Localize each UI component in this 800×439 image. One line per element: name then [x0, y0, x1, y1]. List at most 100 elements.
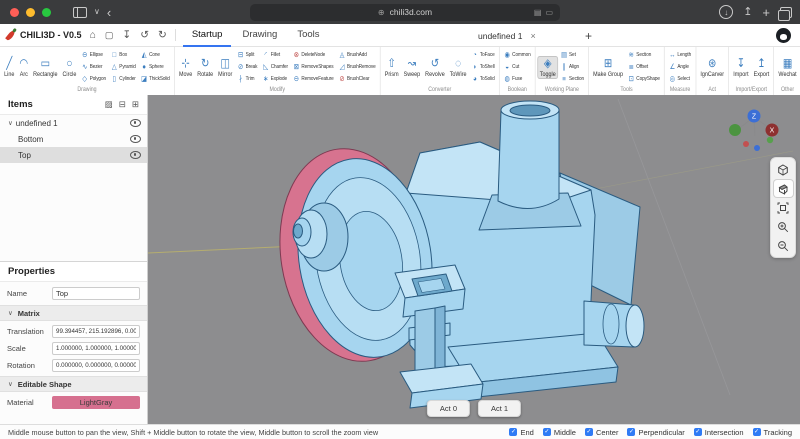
ribbon-button-polygon[interactable]: ◇Polygon: [81, 74, 107, 85]
ribbon-button-prism[interactable]: ⇧Prism: [382, 56, 401, 79]
button-act-0[interactable]: Act 0: [427, 400, 470, 417]
ribbon-button-ellipse[interactable]: ⊖Ellipse: [81, 50, 107, 61]
checkbox-end[interactable]: ✓: [509, 428, 517, 436]
name-input[interactable]: [52, 287, 140, 300]
gizmo-neg-x[interactable]: [743, 141, 749, 147]
new-tab-icon[interactable]: +: [762, 6, 770, 19]
snap-option-perpendicular[interactable]: ✓Perpendicular: [627, 428, 684, 437]
ribbon-button-chamfer[interactable]: ◺Chamfer: [262, 62, 289, 73]
model-outlet-cap[interactable]: [626, 305, 644, 347]
ribbon-button-removefeature[interactable]: ⊖RemoveFeature: [292, 74, 334, 85]
ribbon-button-cone[interactable]: ◭Cone: [140, 50, 171, 61]
ribbon-button-rectangle[interactable]: ▭Rectangle: [31, 56, 60, 79]
snap-option-intersection[interactable]: ✓Intersection: [694, 428, 744, 437]
ribbon-button-section[interactable]: ≋Section: [627, 50, 661, 61]
checkbox-middle[interactable]: ✓: [543, 428, 551, 436]
ribbon-button-offset[interactable]: ≣Offset: [627, 62, 661, 73]
sidebar-toggle-icon[interactable]: [73, 7, 87, 18]
tree-item-undefined-1[interactable]: ∨undefined 1: [0, 115, 147, 131]
gizmo-y-axis[interactable]: [729, 124, 741, 136]
redo-icon[interactable]: ↻: [157, 30, 168, 41]
model-pipe-hole[interactable]: [510, 105, 550, 116]
tab-drawing[interactable]: Drawing: [233, 24, 286, 47]
ribbon-button-export[interactable]: ↥Export: [751, 56, 772, 79]
ribbon-button-toshell[interactable]: ◗ToShell: [471, 62, 496, 73]
tree-item-top[interactable]: Top: [0, 147, 147, 163]
ribbon-button-removeshapes[interactable]: ⊠RemoveShapes: [292, 62, 334, 73]
ribbon-button-brushclear[interactable]: ⊘BrushClear: [338, 74, 377, 85]
ribbon-button-length[interactable]: ↔Length: [668, 50, 692, 61]
ribbon-button-trim[interactable]: ∤Trim: [236, 74, 258, 85]
ribbon-button-toggle[interactable]: ◈Toggle: [537, 56, 558, 79]
ribbon-button-section[interactable]: ≡Section: [560, 74, 585, 85]
checkbox-center[interactable]: ✓: [585, 428, 593, 436]
gizmo-neg-z[interactable]: [754, 145, 760, 151]
download-icon[interactable]: ↧: [121, 30, 132, 41]
tab-overview-icon[interactable]: [780, 7, 792, 18]
ribbon-button-circle[interactable]: ○Circle: [60, 56, 79, 79]
window-close-button[interactable]: [10, 8, 19, 17]
ribbon-button-igncarver[interactable]: ⊛IgnCarver: [698, 56, 727, 79]
pump-model[interactable]: [265, 101, 644, 408]
ribbon-button-cylinder[interactable]: ▯Cylinder: [110, 74, 137, 85]
ribbon-button-deletenode[interactable]: ⊗DeleteNode: [292, 50, 334, 61]
checkbox-perpendicular[interactable]: ✓: [627, 428, 635, 436]
ribbon-button-towire[interactable]: ◌ToWire: [447, 56, 469, 79]
downloads-icon[interactable]: ↓: [719, 5, 733, 19]
expand-all-icon[interactable]: ⊞: [132, 99, 139, 110]
ribbon-button-make-group[interactable]: ⊞Make Group: [591, 56, 626, 79]
close-tab-icon[interactable]: ×: [530, 31, 535, 41]
property-input-translation[interactable]: [52, 325, 140, 338]
site-settings-icon[interactable]: ⊕: [378, 8, 385, 17]
model-post[interactable]: [415, 308, 435, 376]
matrix-section-header[interactable]: ∨ Matrix: [0, 305, 147, 321]
gizmo-neg-y[interactable]: [767, 137, 773, 143]
ribbon-button-import[interactable]: ↧Import: [731, 56, 751, 79]
ribbon-button-wechat[interactable]: ▦Wechat: [776, 56, 799, 79]
ribbon-button-explode[interactable]: ∗Explode: [262, 74, 289, 85]
image-icon[interactable]: ▨: [105, 99, 113, 110]
ribbon-button-arc[interactable]: ◠Arc: [17, 56, 31, 79]
ribbon-button-fuse[interactable]: ◍Fuse: [503, 74, 531, 85]
property-input-scale[interactable]: [52, 342, 140, 355]
ribbon-button-bezier[interactable]: ∿Bezier: [81, 62, 107, 73]
ribbon-button-toface[interactable]: ◔ToFace: [471, 50, 496, 61]
ribbon-button-pyramid[interactable]: △Pyramid: [110, 62, 137, 73]
ribbon-button-thicksolid[interactable]: ◪ThickSolid: [140, 74, 171, 85]
model-hub-tip[interactable]: [294, 224, 303, 238]
home-icon[interactable]: ⌂: [89, 30, 97, 41]
zoom-out-icon[interactable]: [774, 237, 793, 254]
checkbox-tracking[interactable]: ✓: [753, 428, 761, 436]
display-icon[interactable]: ▭: [545, 8, 553, 17]
visibility-eye-icon[interactable]: [130, 151, 141, 159]
undo-icon[interactable]: ↺: [139, 30, 150, 41]
material-button[interactable]: LightGray: [52, 396, 140, 409]
tree-item-bottom[interactable]: Bottom: [0, 131, 147, 147]
viewport[interactable]: Z X: [148, 95, 800, 424]
site-badge-icon[interactable]: ▤: [534, 8, 542, 17]
ribbon-button-box[interactable]: □Box: [110, 50, 137, 61]
ribbon-button-tosolid[interactable]: ◕ToSolid: [471, 74, 496, 85]
ribbon-button-brushremove[interactable]: ◿BrushRemove: [338, 62, 377, 73]
ribbon-button-common[interactable]: ◉Common: [503, 50, 531, 61]
ribbon-button-cut[interactable]: ◒Cut: [503, 62, 531, 73]
window-zoom-button[interactable]: [42, 8, 51, 17]
ribbon-button-line[interactable]: ╱Line: [2, 56, 17, 79]
ribbon-button-copyshape[interactable]: ⊡CopyShape: [627, 74, 661, 85]
visibility-eye-icon[interactable]: [130, 119, 141, 127]
ribbon-button-revolve[interactable]: ↺Revolve: [423, 56, 448, 79]
ribbon-button-brushadd[interactable]: ◬BrushAdd: [338, 50, 377, 61]
checkbox-intersection[interactable]: ✓: [694, 428, 702, 436]
snap-option-middle[interactable]: ✓Middle: [543, 428, 576, 437]
ribbon-button-select[interactable]: ◎Select: [668, 74, 692, 85]
ribbon-button-angle[interactable]: ∠Angle: [668, 62, 692, 73]
orientation-gizmo[interactable]: Z X: [724, 103, 786, 153]
snap-option-tracking[interactable]: ✓Tracking: [753, 428, 792, 437]
button-act-1[interactable]: Act 1: [478, 400, 521, 417]
ribbon-button-sphere[interactable]: ●Sphere: [140, 62, 171, 73]
ribbon-button-set[interactable]: ▤Set: [560, 50, 585, 61]
tab-tools[interactable]: Tools: [288, 24, 328, 47]
ribbon-button-split[interactable]: ⊟Split: [236, 50, 258, 61]
snap-option-end[interactable]: ✓End: [509, 428, 533, 437]
copy-icon[interactable]: ▢: [104, 31, 115, 40]
